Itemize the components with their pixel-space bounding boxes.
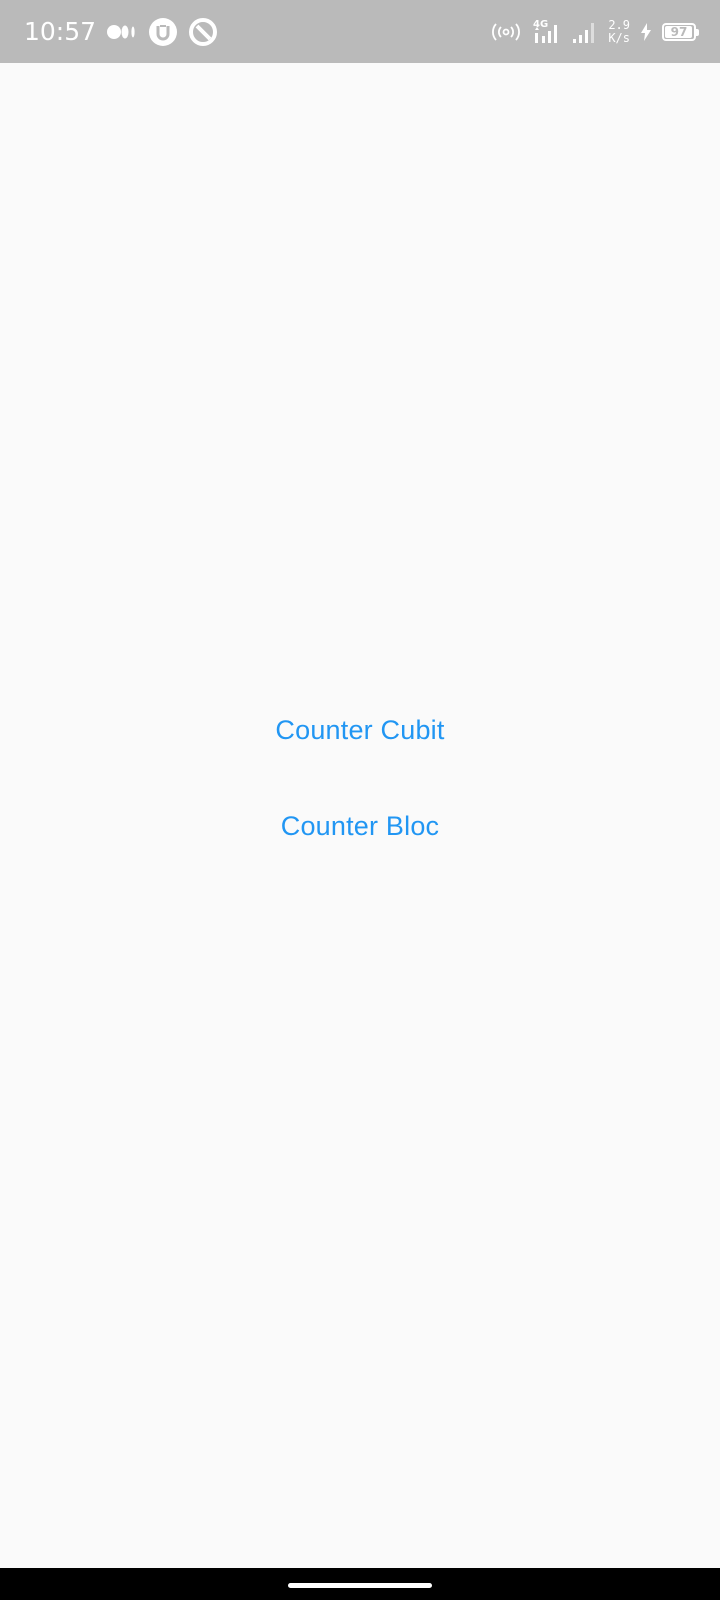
q-app-icon [188, 17, 218, 47]
clock: 10:57 [24, 17, 97, 46]
counter-bloc-button[interactable]: Counter Bloc [265, 801, 455, 852]
network-speed-unit: K/s [608, 30, 630, 45]
main-content: Counter Cubit Counter Bloc [0, 63, 720, 1568]
app-screen: 10:57 4G 2.9 K/s 97 Counter Cubit Counte… [0, 0, 720, 1600]
media-dots-icon [106, 22, 138, 42]
battery-icon: 97 [662, 22, 699, 41]
status-bar: 10:57 4G 2.9 K/s 97 [0, 0, 720, 63]
network-type-label: 4G [533, 19, 548, 30]
u-app-icon [148, 17, 178, 47]
charging-bolt-icon [640, 22, 652, 42]
signal-bars-icon [572, 17, 598, 47]
status-bar-right: 4G 2.9 K/s 97 [490, 0, 699, 63]
status-bar-left: 10:57 [24, 0, 218, 63]
system-navigation-bar [0, 1568, 720, 1600]
network-speed-value: 2.9 [608, 17, 630, 32]
home-pill-icon[interactable] [288, 1583, 432, 1588]
counter-cubit-button[interactable]: Counter Cubit [259, 705, 460, 756]
signal-4g-icon: 4G [532, 17, 562, 47]
battery-percent: 97 [670, 24, 688, 39]
network-speed: 2.9 K/s [608, 17, 630, 45]
hotspot-icon [490, 22, 522, 42]
